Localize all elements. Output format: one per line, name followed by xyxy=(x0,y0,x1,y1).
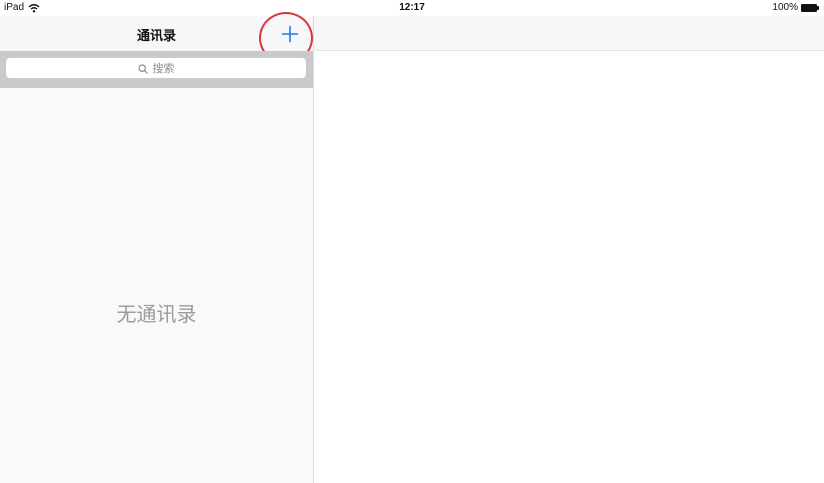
search-icon xyxy=(137,59,148,78)
master-nav-bar: 通讯录 xyxy=(0,12,313,64)
contacts-master-pane: 通讯录 搜索 无通讯录 xyxy=(0,12,313,483)
plus-icon xyxy=(281,25,299,43)
detail-nav-bar xyxy=(314,16,824,51)
battery-icon xyxy=(801,3,820,12)
add-contact-button[interactable] xyxy=(270,18,310,48)
status-bar: iPad 12:17 100% xyxy=(0,0,824,16)
search-bar: 搜索 xyxy=(0,51,313,88)
status-right: 100% xyxy=(772,2,820,13)
page-title: 通讯录 xyxy=(136,29,176,44)
empty-contacts-message: 无通讯录 xyxy=(116,302,197,326)
search-placeholder: 搜索 xyxy=(152,62,175,75)
status-time: 12:17 xyxy=(399,2,425,13)
search-input[interactable]: 搜索 xyxy=(6,58,306,78)
detail-pane xyxy=(314,51,824,483)
battery-percent: 100% xyxy=(772,2,798,13)
ipad-screen: iPad 12:17 100% 通讯录 搜索 无通讯录 xyxy=(0,0,824,483)
